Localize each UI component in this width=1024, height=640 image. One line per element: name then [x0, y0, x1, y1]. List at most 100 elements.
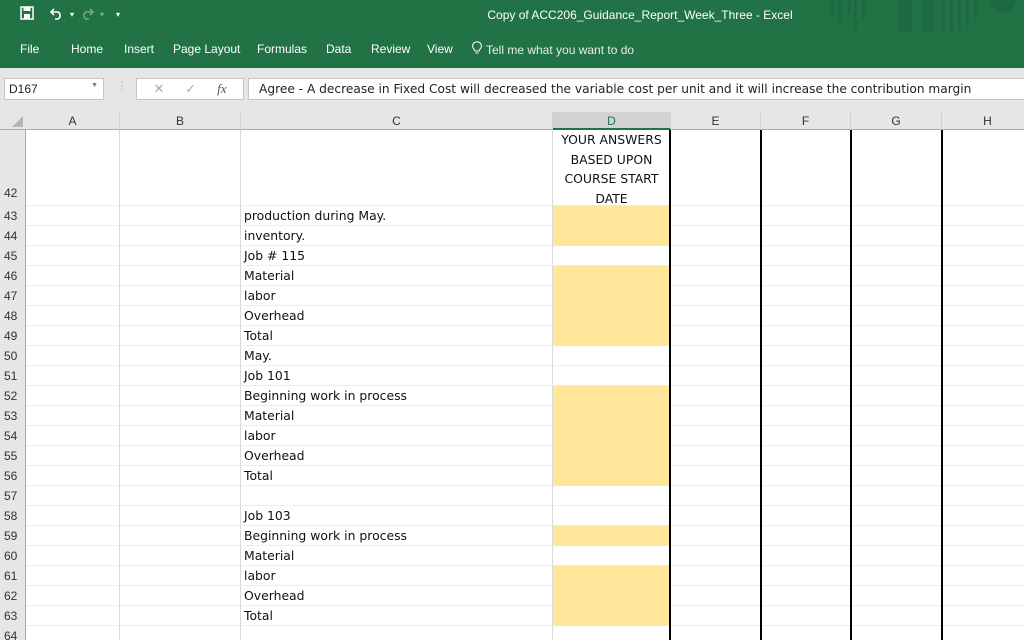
cell-c[interactable]: Total	[241, 326, 553, 346]
cell-e[interactable]	[671, 426, 761, 446]
tab-view[interactable]: View	[427, 42, 453, 56]
tab-home[interactable]: Home	[71, 42, 103, 56]
column-header-a[interactable]: A	[26, 112, 120, 130]
row-header[interactable]: 56	[0, 466, 26, 486]
cell-e[interactable]	[671, 246, 761, 266]
cell-a[interactable]	[26, 506, 120, 526]
cell-b[interactable]	[120, 206, 241, 226]
cell-f[interactable]	[761, 606, 851, 626]
cell-a[interactable]	[26, 306, 120, 326]
answer-cell[interactable]	[553, 306, 671, 326]
answer-cell[interactable]	[553, 266, 671, 286]
cell-e[interactable]	[671, 386, 761, 406]
cell-c[interactable]: Job 101	[241, 366, 553, 386]
cell-b[interactable]	[120, 326, 241, 346]
row-header[interactable]: 59	[0, 526, 26, 546]
row-header[interactable]: 55	[0, 446, 26, 466]
cell-b[interactable]	[120, 626, 241, 640]
cell-f[interactable]	[761, 526, 851, 546]
cell-e[interactable]	[671, 526, 761, 546]
cell-a[interactable]	[26, 466, 120, 486]
cell-h[interactable]	[942, 566, 1024, 586]
cell-g[interactable]	[851, 406, 942, 426]
cell-a[interactable]	[26, 626, 120, 640]
row-header[interactable]: 51	[0, 366, 26, 386]
cell-f[interactable]	[761, 506, 851, 526]
formula-input[interactable]: Agree - A decrease in Fixed Cost will de…	[248, 78, 1024, 100]
cell-b[interactable]	[120, 526, 241, 546]
cell-b[interactable]	[120, 506, 241, 526]
cell-h[interactable]	[942, 326, 1024, 346]
cell-g[interactable]	[851, 606, 942, 626]
cell-c[interactable]: Material	[241, 266, 553, 286]
row-header[interactable]: 46	[0, 266, 26, 286]
cell-f[interactable]	[761, 246, 851, 266]
answer-cell[interactable]	[553, 566, 671, 586]
cell-c[interactable]: Job 103	[241, 506, 553, 526]
row-header[interactable]: 47	[0, 286, 26, 306]
cell-f[interactable]	[761, 586, 851, 606]
cell-a[interactable]	[26, 446, 120, 466]
cell-f[interactable]	[761, 446, 851, 466]
tab-formulas[interactable]: Formulas	[257, 42, 307, 56]
cell-h[interactable]	[942, 486, 1024, 506]
cell-g[interactable]	[851, 466, 942, 486]
cell-a[interactable]	[26, 326, 120, 346]
answer-cell[interactable]	[553, 606, 671, 626]
cell-f[interactable]	[761, 406, 851, 426]
cell-g[interactable]	[851, 326, 942, 346]
row-header[interactable]: 49	[0, 326, 26, 346]
cell-a[interactable]	[26, 486, 120, 506]
tab-data[interactable]: Data	[326, 42, 351, 56]
answer-cell[interactable]	[553, 586, 671, 606]
cell-g[interactable]	[851, 206, 942, 226]
cell-b[interactable]	[120, 466, 241, 486]
cell-h[interactable]	[942, 406, 1024, 426]
cell-h[interactable]	[942, 266, 1024, 286]
cell-f[interactable]	[761, 326, 851, 346]
name-box[interactable]: D167 ▼	[4, 78, 104, 100]
cell-a[interactable]	[26, 526, 120, 546]
cell-c[interactable]: Total	[241, 466, 553, 486]
row-header[interactable]: 61	[0, 566, 26, 586]
row-header[interactable]: 62	[0, 586, 26, 606]
cell-g[interactable]	[851, 366, 942, 386]
row-header[interactable]: 48	[0, 306, 26, 326]
cell-g[interactable]	[851, 246, 942, 266]
cell-b[interactable]	[120, 286, 241, 306]
answer-cell[interactable]	[553, 406, 671, 426]
cell-c[interactable]: labor	[241, 286, 553, 306]
answer-cell[interactable]	[553, 206, 671, 226]
tab-file[interactable]: File	[20, 42, 39, 56]
cell-a[interactable]	[26, 566, 120, 586]
tell-me-search[interactable]: Tell me what you want to do	[472, 41, 634, 58]
row-header[interactable]: 50	[0, 346, 26, 366]
cell-a[interactable]	[26, 246, 120, 266]
column-header-h[interactable]: H	[942, 112, 1024, 130]
cell-f[interactable]	[761, 566, 851, 586]
select-all-button[interactable]	[0, 112, 26, 130]
row-header-42[interactable]: 42	[0, 130, 26, 206]
row-header[interactable]: 44	[0, 226, 26, 246]
cell-c[interactable]: Beginning work in process	[241, 386, 553, 406]
cell-h[interactable]	[942, 446, 1024, 466]
cell-b[interactable]	[120, 266, 241, 286]
cell-d[interactable]	[553, 346, 671, 366]
cell-c[interactable]: Job # 115	[241, 246, 553, 266]
cell-b[interactable]	[120, 426, 241, 446]
answer-cell[interactable]	[553, 466, 671, 486]
cell-h[interactable]	[942, 206, 1024, 226]
cell-e[interactable]	[671, 546, 761, 566]
cell-g[interactable]	[851, 586, 942, 606]
cell-f[interactable]	[761, 266, 851, 286]
row-header[interactable]: 63	[0, 606, 26, 626]
row-header[interactable]: 43	[0, 206, 26, 226]
cell-e[interactable]	[671, 466, 761, 486]
cell-e[interactable]	[671, 226, 761, 246]
cell-h[interactable]	[942, 546, 1024, 566]
cell-b[interactable]	[120, 366, 241, 386]
cell-a[interactable]	[26, 546, 120, 566]
cell-g[interactable]	[851, 546, 942, 566]
cell-c[interactable]: inventory.	[241, 226, 553, 246]
cell-e[interactable]	[671, 266, 761, 286]
